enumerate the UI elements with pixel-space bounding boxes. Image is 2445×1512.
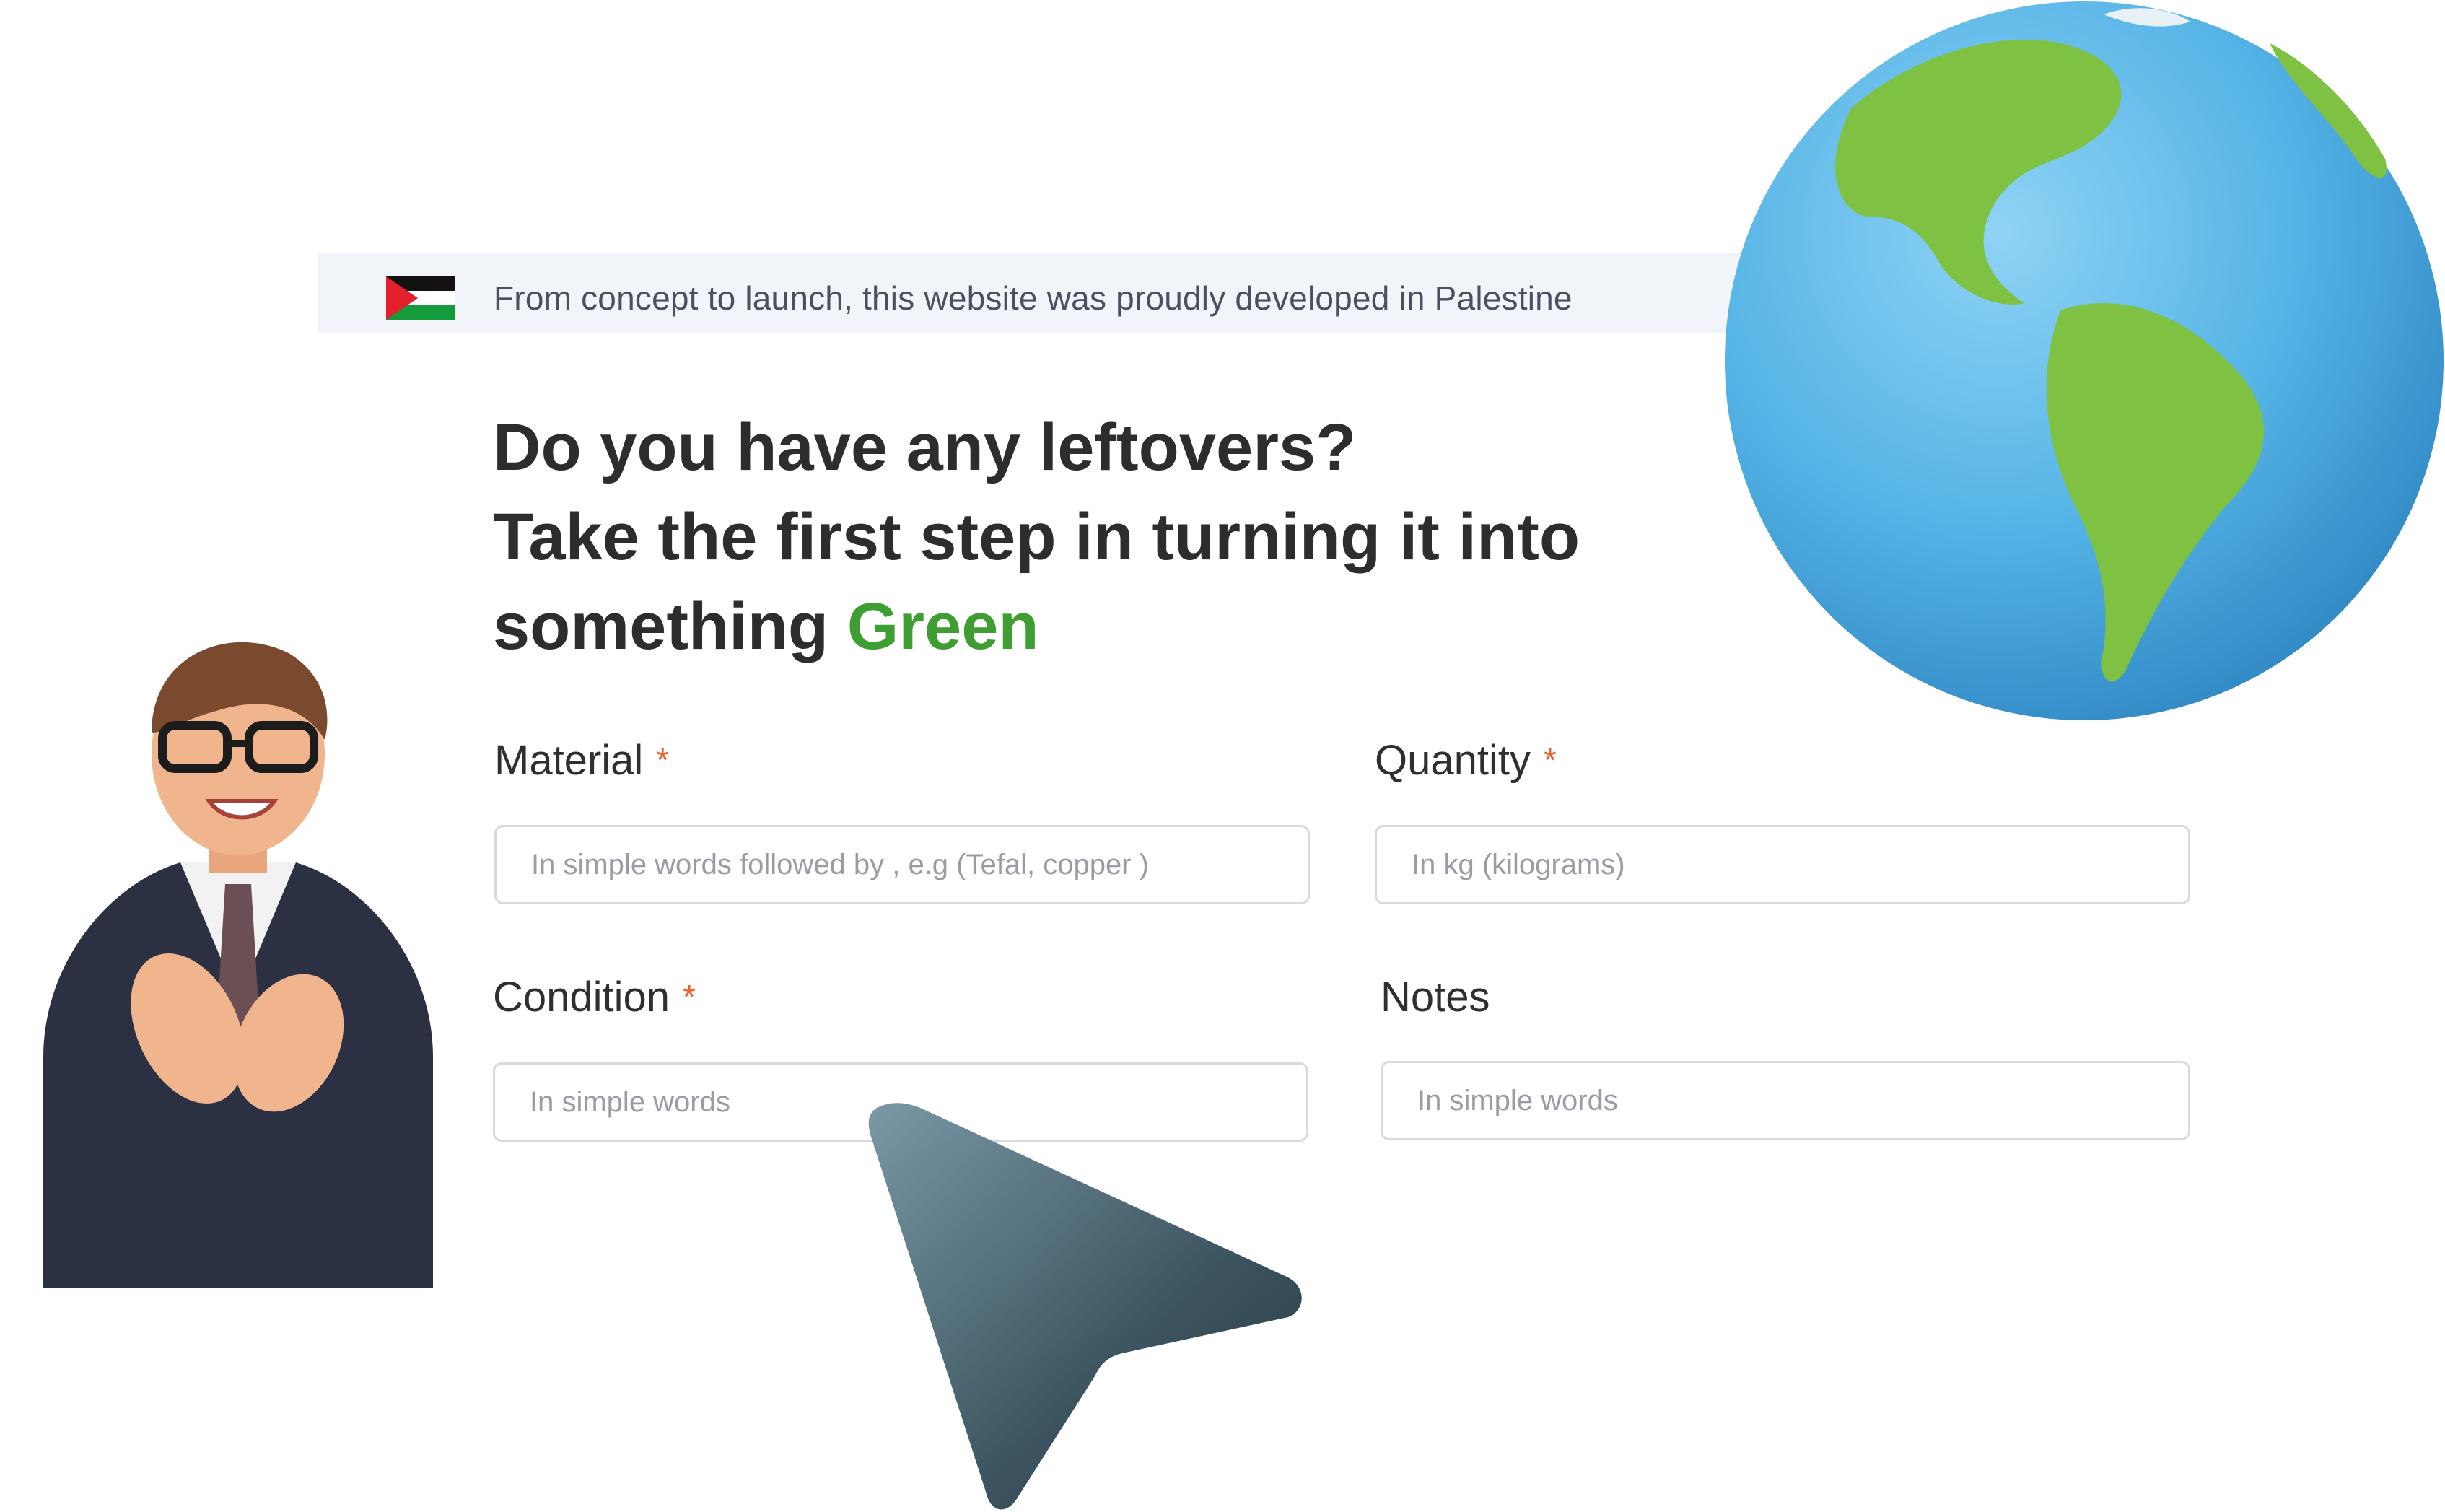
businessman-illustration: [43, 642, 433, 1288]
material-label: Material *: [494, 736, 669, 785]
material-required-mark: *: [656, 741, 670, 779]
page-headline: Do you have any leftovers? Take the firs…: [493, 403, 1720, 671]
quantity-required-mark: *: [1544, 741, 1557, 779]
headline-line-1: Do you have any leftovers?: [493, 411, 1357, 484]
headline-line-2: Take the first step in turning it into: [493, 500, 1580, 574]
cursor-pointer-illustration: [868, 1103, 1302, 1510]
quantity-label: Quantity *: [1375, 736, 1557, 785]
headline-line-3: something Green: [493, 582, 1720, 671]
notes-label: Notes: [1381, 974, 1490, 1021]
headline-accent-word: Green: [847, 590, 1039, 663]
condition-label-text: Condition: [493, 974, 670, 1021]
headline-line-3-prefix: something: [493, 590, 847, 663]
notes-input[interactable]: [1381, 1061, 2190, 1140]
quantity-input[interactable]: [1375, 825, 2190, 904]
condition-required-mark: *: [683, 978, 696, 1015]
material-input[interactable]: [494, 825, 1310, 904]
origin-banner-text: From concept to launch, this website was…: [494, 279, 1573, 317]
material-label-text: Material: [494, 737, 644, 784]
condition-label: Condition *: [493, 973, 696, 1021]
globe-illustration: [1725, 1, 2444, 720]
quantity-label-text: Quantity: [1375, 737, 1531, 784]
palestine-flag-icon: [386, 276, 455, 320]
